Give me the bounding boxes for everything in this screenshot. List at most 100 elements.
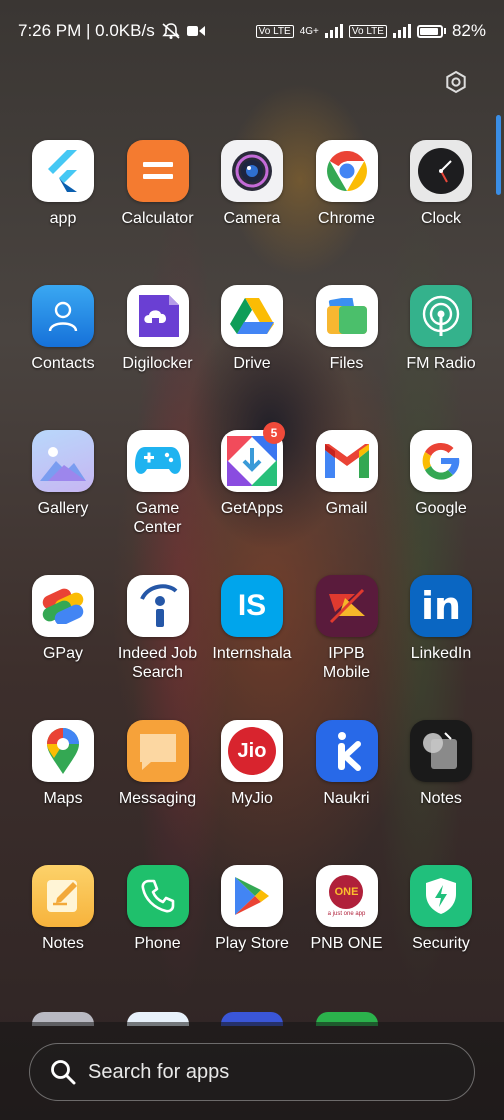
gamepad-icon <box>126 430 189 492</box>
app-label: Maps <box>43 790 83 807</box>
app-maps[interactable]: Maps <box>16 720 110 865</box>
app-label: app <box>49 210 77 227</box>
clock-icon <box>410 140 472 202</box>
app-row: GPay Indeed Job Search IS Internshala IP… <box>16 575 488 720</box>
indeed-icon <box>126 575 189 637</box>
app-notes-dark[interactable]: Notes <box>394 720 488 865</box>
jio-circle: Jio <box>228 727 276 775</box>
digilocker-icon <box>126 285 189 347</box>
app-label: FM Radio <box>406 355 476 372</box>
gpay-icon <box>32 575 94 637</box>
jio-icon: Jio <box>221 720 283 782</box>
gmail-icon <box>315 430 378 492</box>
app-google[interactable]: Google <box>394 430 488 575</box>
app-label: Phone <box>134 935 181 952</box>
app-linkedin[interactable]: in LinkedIn <box>394 575 488 720</box>
flutter-icon <box>32 140 94 202</box>
mute-icon <box>162 23 180 39</box>
app-digilocker[interactable]: Digilocker <box>111 285 205 430</box>
app-row: Maps Messaging Jio MyJio Naukri Notes <box>16 720 488 865</box>
app-label: Play Store <box>215 935 289 952</box>
app-naukri[interactable]: Naukri <box>300 720 394 865</box>
app-game-center[interactable]: Game Center <box>111 430 205 575</box>
app-label: LinkedIn <box>410 645 472 662</box>
app-play-store[interactable]: Play Store <box>205 865 299 1010</box>
app-chrome[interactable]: Chrome <box>300 140 394 285</box>
messaging-icon <box>126 720 189 782</box>
search-apps-bar[interactable]: Search for apps <box>29 1043 475 1101</box>
app-internshala[interactable]: IS Internshala <box>205 575 299 720</box>
notes-dark-icon <box>410 720 472 782</box>
network-type: 4G+ <box>299 25 319 37</box>
app-label: Security <box>412 935 470 952</box>
search-icon <box>51 1060 76 1085</box>
app-label: PNB ONE <box>310 935 383 952</box>
app-gpay[interactable]: GPay <box>16 575 110 720</box>
app-gallery[interactable]: Gallery <box>16 430 110 575</box>
app-label: Gmail <box>325 500 368 517</box>
app-label: GetApps <box>220 500 284 517</box>
app-phone[interactable]: Phone <box>111 865 205 1010</box>
app-row: app Calculator Camera Chrome Clock <box>16 140 488 285</box>
files-icon <box>315 285 378 347</box>
gallery-icon <box>32 430 94 492</box>
internshala-icon: IS <box>221 575 283 637</box>
app-row: Notes Phone Play Store ONE a just one ap… <box>16 865 488 1010</box>
app-label: Notes <box>420 790 462 807</box>
pnb-logo-text: ONE <box>334 886 359 898</box>
app-label: Notes <box>42 935 84 952</box>
app-label: Indeed Job Search <box>117 645 198 681</box>
google-icon <box>410 430 472 492</box>
battery-icon <box>416 24 443 38</box>
app-getapps[interactable]: 5 GetApps <box>205 422 299 575</box>
notification-badge: 5 <box>263 422 285 444</box>
drive-icon <box>221 285 283 347</box>
settings-gear-icon[interactable] <box>444 70 468 94</box>
app-label: IPPB Mobile <box>322 645 371 681</box>
status-time: 7:26 PM | 0.0KB/s <box>18 21 155 40</box>
naukri-icon <box>315 720 378 782</box>
chrome-icon <box>315 140 378 202</box>
app-indeed[interactable]: Indeed Job Search <box>111 575 205 720</box>
app-camera[interactable]: Camera <box>205 140 299 285</box>
battery-percent: 82% <box>451 21 486 40</box>
app-label: MyJio <box>231 790 273 807</box>
app-label: Game Center <box>133 500 182 536</box>
app-flutter[interactable]: app <box>16 140 110 285</box>
radio-icon <box>410 285 472 347</box>
app-messaging[interactable]: Messaging <box>111 720 205 865</box>
maps-icon <box>32 720 94 782</box>
app-label: Clock <box>420 210 461 227</box>
app-pnb-one[interactable]: ONE a just one app PNB ONE <box>300 865 394 1010</box>
app-label: Messaging <box>118 790 197 807</box>
app-myjio[interactable]: Jio MyJio <box>205 720 299 865</box>
app-security[interactable]: Security <box>394 865 488 1010</box>
app-files[interactable]: Files <box>300 285 394 430</box>
app-gmail[interactable]: Gmail <box>300 430 394 575</box>
app-drive[interactable]: Drive <box>205 285 299 430</box>
security-icon <box>410 865 472 927</box>
app-label: Files <box>329 355 364 372</box>
status-bar: 7:26 PM | 0.0KB/s Vo LTE 4G+ Vo LTE 82% <box>0 0 504 62</box>
pnb-circle: ONE <box>329 875 364 909</box>
app-fm-radio[interactable]: FM Radio <box>394 285 488 430</box>
signal-icon-2 <box>392 24 411 38</box>
linkedin-logo-text: in <box>420 584 462 628</box>
video-recording-icon <box>186 26 205 36</box>
app-row: Gallery Game Center 5 GetApps Gmail Goog… <box>16 422 488 575</box>
app-label: Contacts <box>31 355 95 372</box>
app-label: GPay <box>42 645 83 662</box>
app-label: Camera <box>223 210 281 227</box>
contacts-icon <box>32 285 94 347</box>
linkedin-icon: in <box>410 575 472 637</box>
camera-icon <box>221 140 283 202</box>
app-contacts[interactable]: Contacts <box>16 285 110 430</box>
app-ippb[interactable]: IPPB Mobile <box>300 575 394 720</box>
app-clock[interactable]: Clock <box>394 140 488 285</box>
scroll-indicator[interactable] <box>496 115 501 195</box>
app-notes[interactable]: Notes <box>16 865 110 1010</box>
app-calculator[interactable]: Calculator <box>111 140 205 285</box>
notes-icon <box>32 865 94 927</box>
app-label: Drive <box>233 355 271 372</box>
app-label: Internshala <box>212 645 292 662</box>
